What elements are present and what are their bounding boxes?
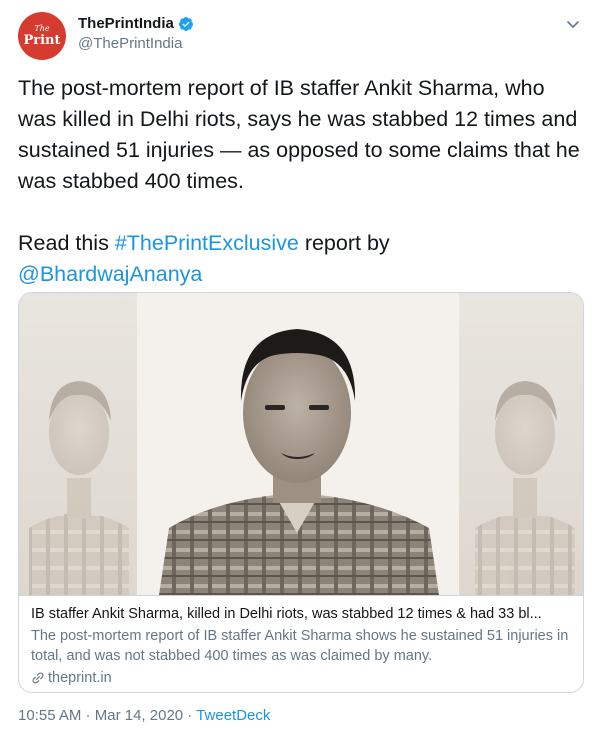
avatar-text-top: The — [34, 24, 50, 33]
tweet-read-line: Read this #ThePrintExclusive report by — [18, 228, 583, 259]
separator: · — [183, 707, 197, 724]
read-prefix: Read this — [18, 231, 115, 255]
hashtag-link[interactable]: #ThePrintExclusive — [115, 231, 299, 255]
tweet-text: The post-mortem report of IB staffer Ank… — [18, 73, 583, 290]
avatar[interactable]: The Print — [18, 12, 66, 60]
mention-link[interactable]: @BhardwajAnanya — [18, 262, 202, 286]
card-image[interactable] — [19, 293, 583, 596]
author-names: ThePrintIndia @ThePrintIndia — [78, 15, 194, 52]
display-name[interactable]: ThePrintIndia — [78, 15, 174, 32]
card-description: The post-mortem report of IB staffer Ank… — [31, 628, 569, 664]
card-title[interactable]: IB staffer Ankit Sharma, killed in Delhi… — [31, 604, 571, 624]
separator: · — [81, 707, 95, 724]
source-link[interactable]: TweetDeck — [196, 707, 270, 724]
name-row: ThePrintIndia — [78, 15, 194, 32]
link-card[interactable]: IB staffer Ankit Sharma, killed in Delhi… — [18, 292, 584, 693]
timestamp-time[interactable]: 10:55 AM — [18, 707, 81, 724]
link-icon — [32, 672, 44, 684]
handle[interactable]: @ThePrintIndia — [78, 35, 194, 52]
timestamp-date[interactable]: Mar 14, 2020 — [95, 707, 183, 724]
avatar-text-main: Print — [23, 33, 61, 48]
read-suffix: report by — [298, 231, 390, 255]
tweet-footer: 10:55 AM · Mar 14, 2020 · TweetDeck — [18, 707, 270, 724]
tweet-paragraph: The post-mortem report of IB staffer Ank… — [18, 76, 580, 193]
tweet: The Print ThePrintIndia @ThePrintIndia T… — [0, 0, 601, 741]
card-meta[interactable]: IB staffer Ankit Sharma, killed in Delhi… — [19, 596, 583, 692]
card-domain-text: theprint.in — [48, 670, 112, 686]
chevron-down-icon[interactable] — [563, 14, 583, 34]
card-domain[interactable]: theprint.in — [31, 668, 571, 688]
verified-badge-icon — [178, 16, 193, 31]
tweet-header: The Print ThePrintIndia @ThePrintIndia — [18, 12, 583, 60]
portrait-photo — [19, 293, 583, 595]
